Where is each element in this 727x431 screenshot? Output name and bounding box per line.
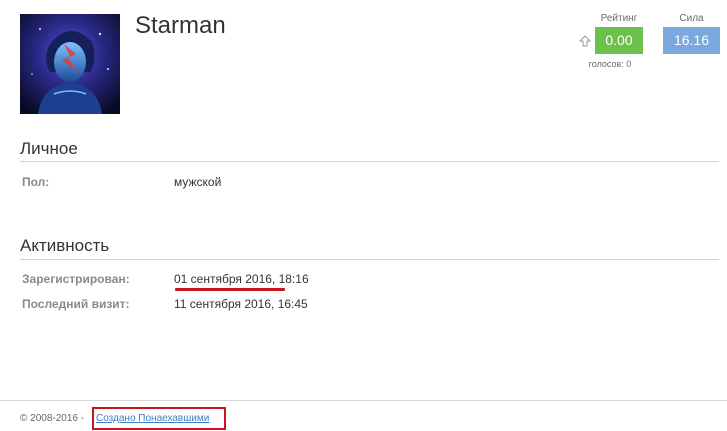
rating-value: 0.00 (595, 27, 643, 54)
strength-value: 16.16 (663, 27, 720, 54)
last-visit-value: 11 сентября 2016, 16:45 (174, 297, 308, 311)
gender-label: Пол: (22, 175, 50, 189)
user-avatar (20, 14, 120, 114)
vote-up-arrow-icon[interactable] (579, 35, 591, 47)
highlight-underline (175, 288, 285, 291)
footer-credits-link[interactable]: Создано Понаехавшими (96, 413, 209, 424)
section-title-activity: Активность (20, 236, 110, 255)
registered-value: 01 сентября 2016, 18:16 (174, 272, 309, 286)
rating-title: Рейтинг (600, 13, 638, 24)
votes-count: голосов: 0 (588, 59, 632, 69)
strength-title: Сила (679, 13, 704, 24)
section-divider (20, 259, 719, 260)
section-title-personal: Личное (20, 139, 78, 158)
profile-username: Starman (135, 12, 226, 39)
last-visit-label: Последний визит: (22, 297, 130, 311)
footer-divider (0, 400, 727, 401)
section-divider (20, 161, 719, 162)
registered-label: Зарегистрирован: (22, 272, 130, 286)
starman-avatar-icon (20, 14, 120, 114)
gender-value: мужской (174, 175, 222, 189)
footer-copyright: © 2008-2016 - (20, 413, 85, 424)
